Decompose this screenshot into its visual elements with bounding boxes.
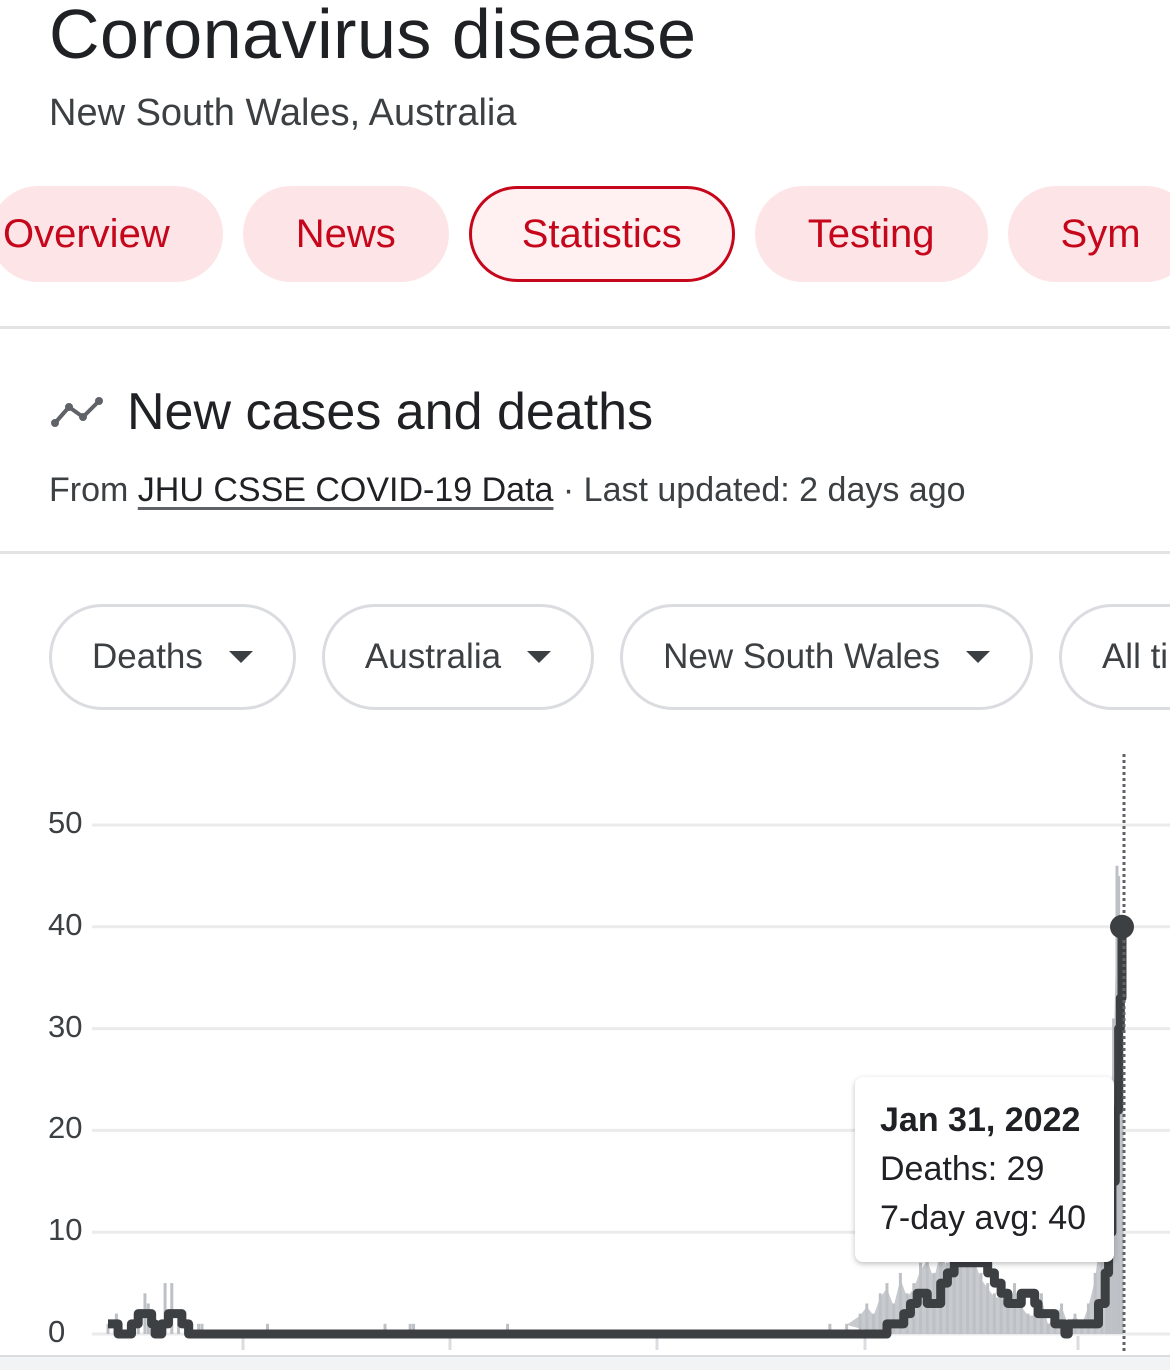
deaths-bar: [1026, 1313, 1030, 1334]
deaths-bar: [878, 1293, 882, 1334]
deaths-bar: [1013, 1283, 1017, 1334]
tooltip-deaths: Deaths: 29: [880, 1150, 1045, 1188]
tab-overview[interactable]: Overview: [0, 186, 223, 282]
page-title: Coronavirus disease: [49, 0, 697, 73]
caret-down-icon: [228, 651, 253, 663]
trending-line-icon: [51, 397, 103, 427]
deaths-bar: [966, 1262, 970, 1334]
region-dropdown[interactable]: New South Wales: [620, 604, 1033, 710]
tab-symptoms[interactable]: Sym: [1007, 186, 1170, 282]
country-label: Australia: [364, 637, 502, 676]
deaths-bar: [986, 1283, 990, 1334]
section-title: New cases and deaths: [127, 383, 654, 441]
chart-tooltip: Jan 31, 2022 Deaths: 29 7-day avg: 40: [855, 1077, 1114, 1262]
tab-statistics[interactable]: Statistics: [468, 186, 735, 282]
tab-testing[interactable]: Testing: [754, 186, 988, 282]
metric-dropdown[interactable]: Deaths: [49, 604, 296, 710]
tooltip-avg: 7-day avg: 40: [880, 1199, 1087, 1237]
deaths-bar: [1046, 1323, 1050, 1334]
deaths-bar: [979, 1272, 983, 1334]
divider: [0, 551, 1170, 554]
time-range-label: All tir: [1101, 637, 1170, 676]
y-tick-label: 30: [48, 1008, 83, 1044]
deaths-bar: [999, 1293, 1003, 1334]
topic-tabs: Overview News Statistics Testing Sym: [0, 186, 1170, 282]
deaths-bar: [1019, 1303, 1023, 1334]
metric-label: Deaths: [92, 637, 203, 676]
caret-down-icon: [965, 651, 990, 663]
highlight-point: [1110, 914, 1134, 939]
region-label: New South Wales: [663, 637, 940, 676]
time-range-dropdown[interactable]: All tir: [1058, 604, 1170, 710]
source-link[interactable]: JHU CSSE COVID-19 Data: [138, 471, 554, 509]
deaths-bar: [892, 1303, 896, 1334]
deaths-bar: [992, 1293, 996, 1334]
section-header: New cases and deaths: [49, 382, 653, 442]
source-prefix: From: [49, 471, 138, 509]
y-tick-label: 0: [48, 1314, 66, 1349]
y-tick-label: 10: [48, 1212, 83, 1248]
y-tick-label: 20: [48, 1110, 83, 1146]
tooltip-date: Jan 31, 2022: [880, 1101, 1081, 1139]
tab-news[interactable]: News: [242, 186, 449, 282]
filter-chips: Deaths Australia New South Wales All tir: [49, 604, 1170, 710]
chart-svg: [92, 754, 1170, 1354]
deaths-bar: [1086, 1303, 1090, 1334]
deaths-chart[interactable]: [0, 740, 1170, 1370]
deaths-bar: [1006, 1303, 1010, 1334]
deaths-bar: [865, 1303, 869, 1334]
bottom-bar: [0, 1355, 1170, 1370]
caret-down-icon: [527, 651, 552, 663]
source-line: From JHU CSSE COVID-19 Data · Last updat…: [49, 471, 966, 510]
country-dropdown[interactable]: Australia: [321, 604, 595, 710]
page-subtitle: New South Wales, Australia: [49, 92, 517, 134]
y-tick-label: 40: [48, 906, 83, 942]
divider: [0, 326, 1170, 329]
y-tick-label: 50: [48, 805, 83, 840]
last-updated: · Last updated: 2 days ago: [553, 471, 966, 509]
